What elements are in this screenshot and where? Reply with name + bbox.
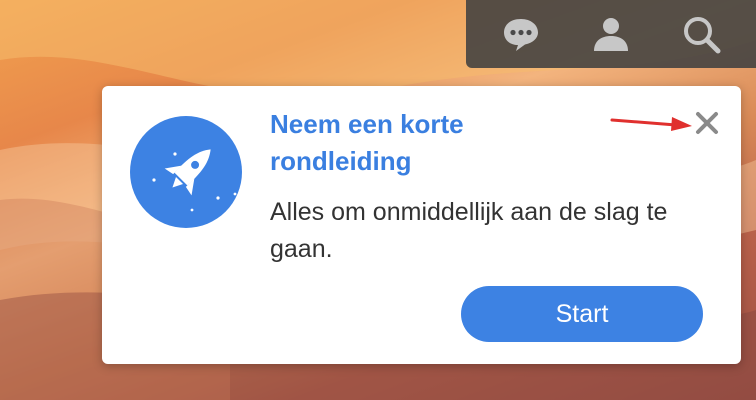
close-icon (696, 112, 718, 134)
close-button[interactable] (692, 108, 722, 138)
tour-title: Neem een korte rondleiding (270, 109, 464, 176)
user-icon (594, 18, 628, 51)
tour-description: Alles om onmiddellijk aan de slag te gaa… (270, 198, 668, 263)
notifications-button[interactable] (491, 4, 551, 64)
annotation-arrow (610, 117, 692, 131)
user-menu-button[interactable] (581, 4, 641, 64)
search-button[interactable] (671, 4, 731, 64)
chat-icon (504, 19, 538, 51)
search-icon (684, 17, 721, 54)
quick-tour-popup: Neem een korte rondleiding Alles om onmi… (102, 86, 741, 364)
start-tour-button[interactable]: Start (461, 286, 703, 342)
rocket-icon (130, 116, 242, 228)
top-toolbar (466, 0, 756, 68)
